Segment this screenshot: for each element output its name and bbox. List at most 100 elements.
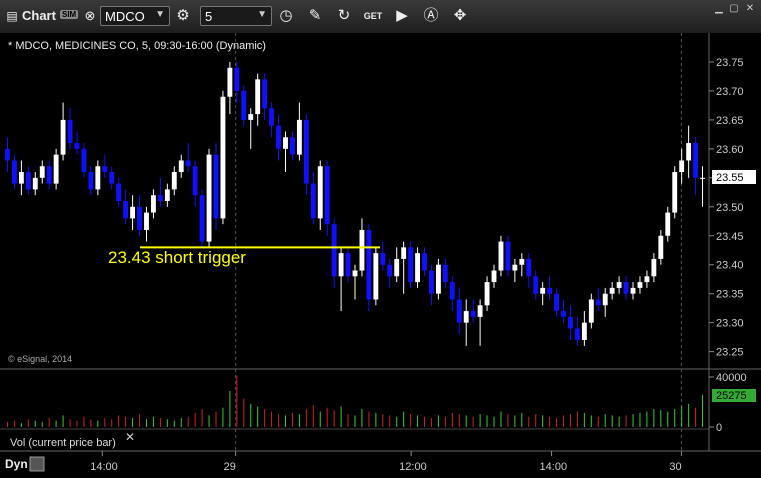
- candle-body: [345, 253, 351, 277]
- candle-body: [568, 316, 573, 329]
- candle-body: [53, 154, 59, 184]
- candle-body: [616, 282, 622, 288]
- candle-body: [262, 79, 268, 109]
- candle-body: [331, 224, 337, 277]
- candle-body: [554, 293, 559, 312]
- candle-body: [658, 235, 664, 259]
- interval-input[interactable]: 5 ▼: [200, 6, 272, 26]
- candle-body: [623, 282, 629, 294]
- candle-body: [5, 148, 10, 161]
- candle-body: [324, 166, 330, 225]
- candle-body: [67, 119, 73, 144]
- chevron-down-icon[interactable]: ▼: [155, 9, 165, 20]
- candle-body: [498, 241, 504, 271]
- candle-body: [373, 253, 379, 300]
- candle-body: [581, 322, 587, 341]
- candle-body: [283, 137, 288, 149]
- maximize-icon[interactable]: ▢: [727, 3, 741, 15]
- settings-icon[interactable]: ⚙: [173, 6, 193, 26]
- volume-tick-label: 0: [716, 422, 722, 434]
- dyn-label: Dyn: [5, 457, 28, 471]
- candle-body: [206, 154, 212, 242]
- close-icon[interactable]: ✕: [743, 3, 757, 15]
- price-tick-label: 23.25: [716, 347, 744, 359]
- price-tick-label: 23.70: [716, 86, 744, 98]
- link-icon[interactable]: ⊗: [80, 6, 100, 26]
- symbol-value: MDCO: [105, 9, 145, 24]
- play-icon[interactable]: ▶: [392, 6, 412, 26]
- candle-body: [422, 253, 427, 271]
- refresh-icon[interactable]: ↻: [334, 6, 354, 26]
- candle-body: [95, 166, 101, 190]
- candle-body: [651, 258, 657, 277]
- candle-body: [290, 137, 295, 155]
- candle-body: [588, 299, 594, 323]
- candle-body: [317, 166, 323, 219]
- alert-icon[interactable]: Ⓐ: [421, 6, 441, 26]
- price-tick-label: 23.60: [716, 144, 744, 156]
- candle-body: [505, 241, 511, 271]
- candle-body: [220, 96, 226, 219]
- dyn-toggle[interactable]: [29, 456, 45, 472]
- candle-body: [199, 195, 205, 242]
- candle-body: [227, 67, 233, 97]
- tools-icon[interactable]: ✥: [450, 6, 470, 26]
- chart-header: * MDCO, MEDICINES CO, 5, 09:30-16:00 (Dy…: [8, 40, 266, 52]
- interval-value: 5: [205, 9, 213, 24]
- candle-body: [18, 172, 24, 184]
- candle-body: [526, 258, 532, 277]
- minimize-icon[interactable]: ▁: [712, 3, 726, 15]
- candle-body: [630, 287, 636, 294]
- candle-body: [276, 125, 281, 149]
- candle-body: [46, 166, 52, 184]
- chart-area[interactable]: 23.25 23.30 23.35 23.40 23.45 23.50 23.55 23.60…: [0, 33, 761, 478]
- candle-body: [574, 328, 580, 341]
- candle-body: [255, 79, 261, 115]
- chevron-down-icon[interactable]: ▼: [257, 9, 267, 20]
- pencil-icon[interactable]: ✎: [305, 6, 325, 26]
- time-tick-label: 14:00: [540, 461, 568, 473]
- candle-body: [637, 282, 643, 288]
- candle-body: [609, 287, 615, 294]
- candle-body: [74, 143, 80, 149]
- candle-body: [547, 287, 553, 294]
- candle-body: [429, 270, 434, 294]
- clock-icon[interactable]: ◷: [276, 6, 296, 26]
- time-tick-label: 29: [224, 461, 236, 473]
- candle-body: [380, 253, 386, 265]
- candle-body: [533, 276, 539, 294]
- candle-body: [394, 258, 400, 277]
- get-icon[interactable]: GET: [363, 6, 383, 26]
- candle-body: [366, 229, 372, 300]
- candle-body: [171, 172, 177, 190]
- price-tick-label: 23.40: [716, 260, 744, 272]
- candle-body: [32, 177, 38, 190]
- candle-body: [477, 305, 483, 317]
- last-volume-label: 25275: [716, 390, 747, 402]
- time-tick-label: 12:00: [399, 461, 427, 473]
- candle-body: [470, 311, 476, 317]
- candle-body: [519, 258, 525, 265]
- candle-body: [644, 276, 650, 283]
- time-tick-label: 14:00: [90, 461, 118, 473]
- candle-body: [665, 212, 671, 236]
- volume-label: Vol (current price bar): [10, 437, 116, 449]
- candle-body: [456, 299, 462, 323]
- candle-body: [415, 253, 420, 283]
- candle-body: [157, 195, 163, 201]
- candle-body: [693, 143, 699, 178]
- price-tick-label: 23.35: [716, 289, 744, 301]
- candle-body: [338, 253, 344, 277]
- candle-body: [463, 311, 469, 323]
- price-tick-label: 23.65: [716, 115, 744, 127]
- price-tick-label: 23.75: [716, 57, 744, 69]
- symbol-input[interactable]: MDCO ▼: [100, 6, 170, 26]
- time-tick-label: 30: [669, 461, 681, 473]
- candle-body: [39, 166, 45, 178]
- close-icon[interactable]: ✕: [125, 430, 135, 444]
- candle-body: [11, 160, 17, 184]
- volume-tick-label: 40000: [716, 372, 747, 384]
- candle-body: [81, 148, 87, 173]
- price-tick-label: 23.50: [716, 202, 744, 214]
- candle-body: [151, 195, 156, 213]
